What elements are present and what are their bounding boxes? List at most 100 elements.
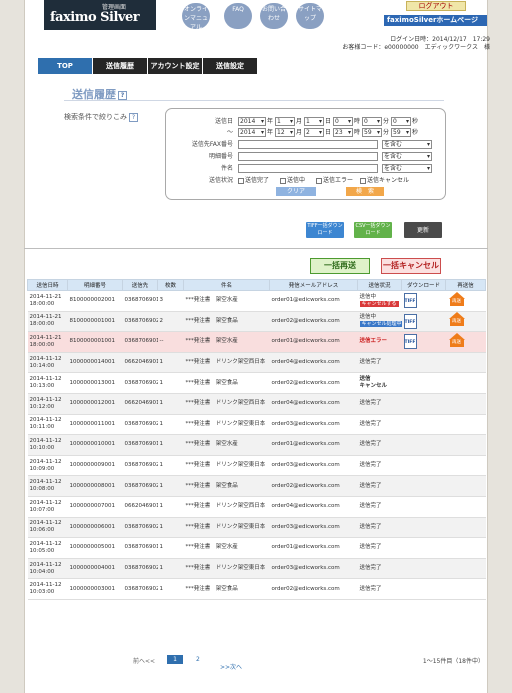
cell-resend xyxy=(445,455,486,477)
from-month-select[interactable]: 1 xyxy=(275,117,295,126)
detail-number-input[interactable] xyxy=(238,152,378,161)
checkbox-box[interactable] xyxy=(280,177,286,184)
refresh-button[interactable]: 更新 xyxy=(404,222,442,238)
nav-faq[interactable]: FAQ xyxy=(224,3,252,29)
nav-contact[interactable]: お問い合わせ xyxy=(260,3,288,29)
detail-match-select[interactable]: を含む xyxy=(382,152,432,161)
table-row[interactable]: 2014-11-12 10:06:00 1000000006001 036870690… xyxy=(27,517,486,539)
col-header-email[interactable]: 発信メールアドレス xyxy=(269,279,358,291)
cell-download xyxy=(401,434,446,456)
pager-page-1[interactable]: 1 xyxy=(167,655,183,664)
from-day-select[interactable]: 1 xyxy=(304,117,324,126)
subject: ***発注書 ドリンク架空東日本 xyxy=(185,462,266,469)
tab-send-settings[interactable]: 送信設定 xyxy=(203,58,257,74)
cell-date-time: 10:07:00 xyxy=(29,506,55,513)
logout-button[interactable]: ログアウト xyxy=(406,1,466,11)
col-header-to[interactable]: 送信先 xyxy=(122,279,158,291)
table-row[interactable]: 2014-11-12 10:12:00 1000000012001 066204690… xyxy=(27,393,486,415)
table-row[interactable]: 2014-11-12 10:08:00 1000000008001 036870690… xyxy=(27,475,486,497)
status-checkbox-sending[interactable]: 送信中 xyxy=(280,176,305,185)
cell-date: 2014-11-12 10:04:00 xyxy=(27,558,68,580)
to-hour-select[interactable]: 23 xyxy=(333,128,353,137)
from-sec-select[interactable]: 0 xyxy=(391,117,411,126)
fax-number: 06620469019 xyxy=(124,400,158,407)
table-row[interactable]: 2014-11-21 18:00:00 8100000002001 036870690… xyxy=(27,290,486,312)
table-row[interactable]: 2014-11-12 10:09:00 1000000009001 036870690… xyxy=(27,455,486,477)
fax-number-input[interactable] xyxy=(238,140,378,149)
resend-icon[interactable]: 再送 xyxy=(448,291,466,307)
col-header-pages[interactable]: 枚数 xyxy=(157,279,184,291)
tab-top[interactable]: TOP xyxy=(38,58,92,74)
status-option-label: 送信キャンセル xyxy=(367,177,410,184)
checkbox-box[interactable] xyxy=(360,177,366,184)
bulk-cancel-button[interactable]: 一括キャンセル xyxy=(381,258,441,274)
checkbox-box[interactable] xyxy=(316,177,322,184)
to-sec-select[interactable]: 59 xyxy=(391,128,411,137)
to-min-select[interactable]: 59 xyxy=(362,128,382,137)
tiff-download-icon[interactable]: TIFF xyxy=(403,313,417,329)
search-button[interactable]: 検 索 xyxy=(346,187,384,196)
to-year-select[interactable]: 2014 xyxy=(238,128,266,137)
cell-date: 2014-11-12 10:10:00 xyxy=(27,434,68,456)
table-row[interactable]: 2014-11-12 10:03:00 1000000003001 036870690… xyxy=(27,578,486,600)
detail-number: 1000000007001 xyxy=(69,503,116,510)
page-count: 1 xyxy=(159,585,164,592)
table-row[interactable]: 2014-11-21 18:00:00 8100000001001 036870690… xyxy=(27,311,486,333)
detail-number: 1000000009001 xyxy=(69,462,116,469)
status-text: 送信完了 xyxy=(359,441,382,448)
help-icon[interactable]: ? xyxy=(118,90,127,100)
table-row[interactable]: 2014-11-12 10:14:00 1000000014001 066204690… xyxy=(27,352,486,374)
col-header-id[interactable]: 明細番号 xyxy=(67,279,123,291)
cell-pages: -- xyxy=(157,331,184,353)
nav-online-manual[interactable]: オンラインマニュアル xyxy=(182,3,210,31)
subject-input[interactable] xyxy=(238,164,378,173)
table-row[interactable]: 2014-11-12 10:07:00 1000000007001 066204690… xyxy=(27,496,486,518)
tiff-bulk-download-button[interactable]: TIFF一括ダウンロード xyxy=(306,222,344,238)
clear-button[interactable]: クリア xyxy=(276,187,316,196)
col-header-subject[interactable]: 件名 xyxy=(183,279,270,291)
status-text: 送信エラー xyxy=(359,338,388,345)
cell-pages: 3 xyxy=(157,290,184,312)
cell-download: TIFF xyxy=(401,290,446,312)
logo[interactable]: 管理画面 faximo Silver xyxy=(44,0,156,30)
from-hour-select[interactable]: 0 xyxy=(333,117,353,126)
cell-status: 送信完了 xyxy=(357,496,402,518)
col-header-status[interactable]: 送信状況 xyxy=(357,279,402,291)
subject-match-select[interactable]: を含む xyxy=(382,164,432,173)
csv-bulk-download-button[interactable]: CSV一括ダウンロード xyxy=(354,222,392,238)
table-row[interactable]: 2014-11-12 10:04:00 1000000004001 036870690… xyxy=(27,558,486,580)
pager-page-2[interactable]: 2 xyxy=(196,656,200,663)
homepage-link[interactable]: faximoSilverホームページ xyxy=(384,15,487,26)
table-row[interactable]: 2014-11-12 10:05:00 1000000005001 036870690… xyxy=(27,537,486,559)
sender-email: order03@edicworks.com xyxy=(271,565,340,572)
to-month-select[interactable]: 12 xyxy=(275,128,295,137)
status-checkbox-cancel[interactable]: 送信キャンセル xyxy=(360,176,409,185)
table-row[interactable]: 2014-11-12 10:10:00 1000000010001 036870690… xyxy=(27,434,486,456)
table-row[interactable]: 2014-11-21 18:00:00 8100000001001 036870690… xyxy=(27,331,486,353)
subject: ***発注書 架空水産 xyxy=(185,338,238,345)
checkbox-box[interactable] xyxy=(238,177,244,184)
status-checkbox-complete[interactable]: 送信完了 xyxy=(238,176,269,185)
table-row[interactable]: 2014-11-12 10:11:00 1000000011001 036870690… xyxy=(27,414,486,436)
table-row[interactable]: 2014-11-12 10:13:00 1000000013001 036870690… xyxy=(27,372,486,394)
cell-status: 送信完了 xyxy=(357,558,402,580)
page-count: 1 xyxy=(159,359,164,366)
cancel-send-button[interactable]: キャンセルする xyxy=(359,300,399,307)
help-icon[interactable]: ? xyxy=(129,112,138,122)
fax-match-select[interactable]: を含む xyxy=(382,140,432,149)
status-checkbox-error[interactable]: 送信エラー xyxy=(316,176,353,185)
from-min-select[interactable]: 0 xyxy=(362,117,382,126)
pager-prev[interactable]: 前へ<< xyxy=(133,656,155,665)
nav-sitemap[interactable]: サイトマップ xyxy=(296,3,324,29)
tab-account-settings[interactable]: アカウント設定 xyxy=(148,58,202,74)
bulk-resend-button[interactable]: 一括再送 xyxy=(310,258,370,274)
tab-send-history[interactable]: 送信履歴 xyxy=(93,58,147,74)
col-header-date[interactable]: 送信日時 xyxy=(27,279,68,291)
resend-icon[interactable]: 再送 xyxy=(448,312,466,327)
tiff-download-icon[interactable]: TIFF xyxy=(403,334,417,350)
resend-icon[interactable]: 再送 xyxy=(448,332,466,348)
from-year-select[interactable]: 2014 xyxy=(238,117,266,126)
tiff-download-icon[interactable]: TIFF xyxy=(403,293,417,309)
pager-next[interactable]: >>次へ xyxy=(220,662,242,671)
to-day-select[interactable]: 2 xyxy=(304,128,324,137)
